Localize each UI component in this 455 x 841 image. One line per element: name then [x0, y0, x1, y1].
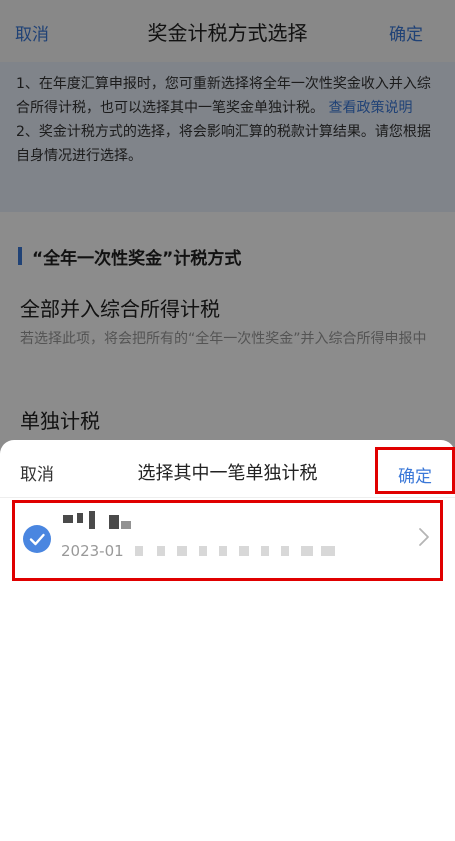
check-circle-icon[interactable]	[23, 525, 51, 553]
bonus-record-item[interactable]: 2023-01	[15, 503, 440, 578]
record-highlight-box: 2023-01	[12, 500, 443, 581]
confirm-highlight-box: 确定	[375, 447, 455, 494]
record-date: 2023-01	[61, 542, 124, 560]
chevron-right-icon	[418, 527, 430, 551]
sheet-confirm-button[interactable]: 确定	[398, 462, 432, 487]
bottom-sheet: 取消 选择其中一笔单独计税 确定 2023-01	[0, 440, 455, 841]
sheet-header: 取消 选择其中一笔单独计税 确定	[0, 440, 455, 498]
